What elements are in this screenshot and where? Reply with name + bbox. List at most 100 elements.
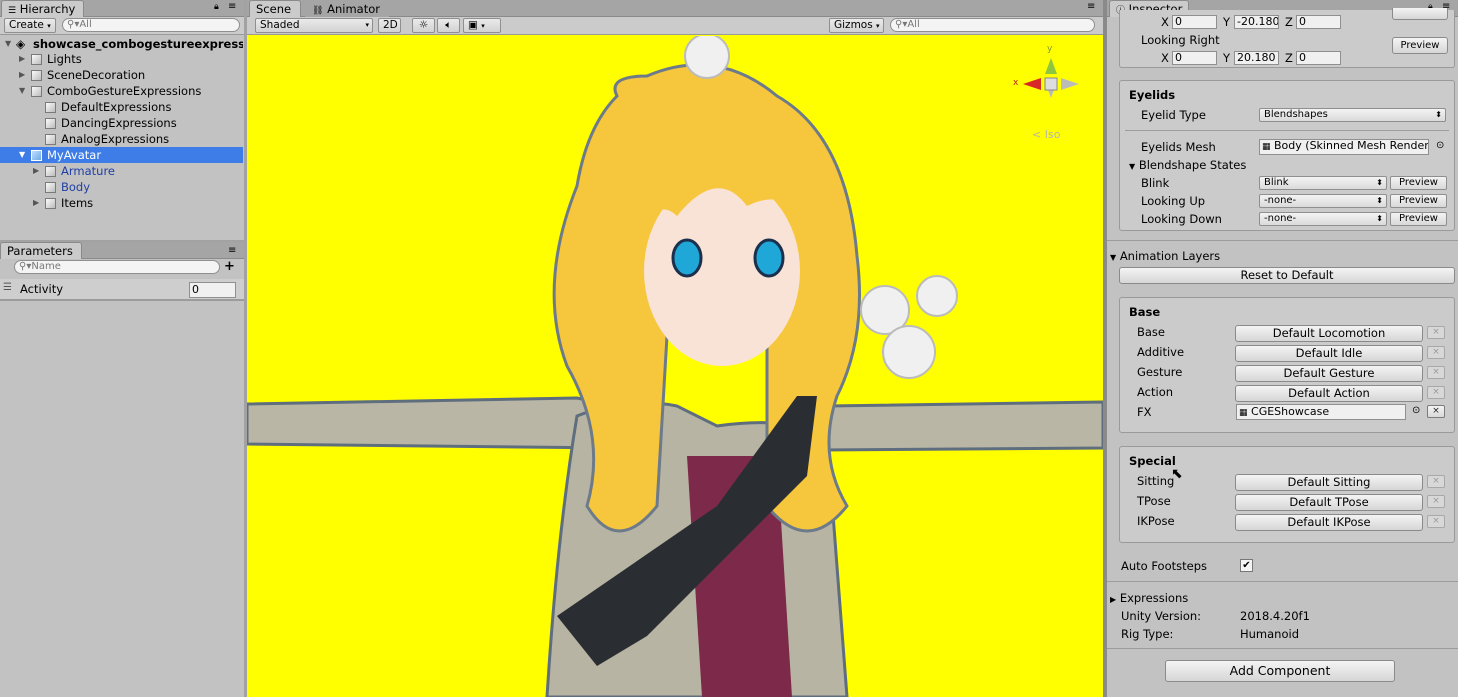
hierarchy-search-input[interactable]: ⚲▾All [62, 18, 240, 32]
hierarchy-item-scenedecoration[interactable]: ▶ SceneDecoration [0, 67, 243, 83]
blink-value: Blink [1264, 177, 1289, 188]
hierarchy-item-defaultexpressions[interactable]: DefaultExpressions [0, 99, 243, 115]
blink-preview-button[interactable]: Preview [1390, 176, 1447, 190]
top-y-field[interactable]: -20.180 [1234, 15, 1279, 29]
looking-right-y-field[interactable]: 20.180 [1234, 51, 1279, 65]
panel-menu-icon[interactable]: ≡ [1087, 1, 1095, 12]
collapsed-arrow-icon[interactable]: ▶ [33, 163, 39, 179]
hierarchy-item-dancingexpressions[interactable]: DancingExpressions [0, 115, 243, 131]
hierarchy-item-myavatar[interactable]: ▼ MyAvatar [0, 147, 243, 163]
scene-root-row[interactable]: ▼ ◈ showcase_combogestureexpressions [0, 36, 243, 52]
auto-footsteps-checkbox[interactable]: ✔ [1240, 559, 1253, 572]
base-title: Base [1129, 305, 1161, 319]
panel-menu-icon[interactable]: ≡ [228, 245, 236, 256]
layer-base-button[interactable]: Default Locomotion [1235, 325, 1423, 342]
add-component-button[interactable]: Add Component [1165, 660, 1395, 682]
audio-toggle-button[interactable]: 🔈︎ [437, 18, 460, 33]
effects-toggle-button[interactable]: ▣ ▾ [463, 18, 501, 33]
scene-viewport[interactable] [247, 36, 1103, 697]
animation-layers-title: Animation Layers [1119, 249, 1221, 263]
object-picker-icon[interactable]: ⊙ [1436, 140, 1444, 151]
expand-arrow-icon[interactable]: ▼ [1129, 162, 1135, 171]
layer-base-remove-button: × [1427, 326, 1445, 339]
hierarchy-item-label: SceneDecoration [47, 68, 146, 82]
create-button[interactable]: Create ▾ [4, 18, 56, 33]
panel-menu-icon[interactable]: ≡ [228, 1, 236, 12]
shading-mode-label: Shaded [260, 19, 300, 31]
preview-top-button[interactable] [1392, 8, 1448, 20]
shading-mode-dropdown[interactable]: Shaded ▾ [255, 18, 373, 33]
gizmos-label: Gizmos [834, 19, 873, 31]
layer-fx-field[interactable]: ▦ CGEShowcase [1236, 404, 1406, 420]
looking-up-dropdown[interactable]: -none- ⬍ [1259, 194, 1387, 208]
lock-icon[interactable]: 🔒︎ [214, 2, 219, 12]
scene-panel: Scene ⛓ Animator ≡ Shaded ▾ 2D ☼ 🔈︎ ▣ ▾ … [247, 0, 1103, 697]
gizmos-dropdown[interactable]: Gizmos ▾ [829, 18, 884, 33]
scene-name: showcase_combogestureexpressions [33, 37, 243, 51]
top-x-field[interactable]: 0 [1172, 15, 1217, 29]
eyelids-mesh-field[interactable]: ▦ Body (Skinned Mesh Renderer) [1259, 139, 1429, 155]
gameobject-icon [31, 54, 42, 65]
hierarchy-item-lights[interactable]: ▶ Lights [0, 51, 243, 67]
looking-up-preview-button[interactable]: Preview [1390, 194, 1447, 208]
layer-tpose-button[interactable]: Default TPose [1235, 494, 1423, 511]
tab-animator[interactable]: ⛓ Animator [305, 0, 389, 17]
animation-layers-header[interactable]: ▼ Animation Layers [1110, 249, 1220, 265]
layer-gesture-button[interactable]: Default Gesture [1235, 365, 1423, 382]
looking-right-x-field[interactable]: 0 [1172, 51, 1217, 65]
eyelids-box [1119, 80, 1455, 231]
lighting-toggle-button[interactable]: ☼ [412, 18, 435, 33]
expand-arrow-icon[interactable]: ▼ [19, 147, 25, 163]
layer-ikpose-button[interactable]: Default IKPose [1235, 514, 1423, 531]
expand-arrow-icon[interactable]: ▼ [1110, 253, 1116, 262]
looking-right-z-field[interactable]: 0 [1296, 51, 1341, 65]
eyelid-type-dropdown[interactable]: Blendshapes ⬍ [1259, 108, 1446, 122]
projection-label[interactable]: < Iso [1032, 128, 1060, 141]
layer-additive-label: Additive [1137, 345, 1185, 359]
looking-down-value: -none- [1264, 213, 1297, 224]
parameter-row[interactable]: ☰ Activity 0 [0, 279, 244, 301]
hierarchy-item-items[interactable]: ▶ Items [0, 195, 243, 211]
layer-fx-remove-button[interactable]: × [1427, 405, 1445, 418]
eyelid-type-value: Blendshapes [1264, 109, 1328, 120]
gizmo-axis-x-label: x [1013, 78, 1019, 88]
drag-handle-icon[interactable]: ☰ [3, 282, 12, 293]
dropdown-arrow-icon: ▾ [47, 22, 51, 30]
tab-scene[interactable]: Scene [249, 0, 301, 17]
parameter-value-field[interactable]: 0 [189, 282, 236, 298]
object-picker-icon[interactable]: ⊙ [1412, 405, 1420, 416]
layer-ikpose-label: IKPose [1137, 514, 1175, 528]
expressions-header[interactable]: ▶ Expressions [1110, 591, 1188, 607]
collapsed-arrow-icon[interactable]: ▶ [1110, 595, 1116, 604]
layer-sitting-button[interactable]: Default Sitting [1235, 474, 1423, 491]
collapsed-arrow-icon[interactable]: ▶ [19, 67, 25, 83]
looking-right-preview-button[interactable]: Preview [1392, 37, 1448, 54]
avatar-eye-right [753, 238, 785, 278]
add-parameter-button[interactable]: + [224, 259, 235, 274]
parameters-search-input[interactable]: ⚲▾Name [14, 260, 220, 274]
tab-hierarchy[interactable]: ☰ Hierarchy [1, 0, 85, 17]
blink-dropdown[interactable]: Blink ⬍ [1259, 176, 1387, 190]
layer-action-button[interactable]: Default Action [1235, 385, 1423, 402]
expand-arrow-icon[interactable]: ▼ [19, 83, 25, 99]
axis-z-label: Z [1285, 15, 1293, 29]
top-z-field[interactable]: 0 [1296, 15, 1341, 29]
hierarchy-item-combogestureexpressions[interactable]: ▼ ComboGestureExpressions [0, 83, 243, 99]
gizmo-circle [882, 325, 936, 379]
tab-parameters-label: Parameters [7, 244, 73, 258]
layer-tpose-label: TPose [1137, 494, 1171, 508]
gizmo-axis-y-label: y [1047, 44, 1053, 54]
scene-search-input[interactable]: ⚲▾All [890, 18, 1095, 32]
tab-parameters[interactable]: Parameters [0, 242, 82, 259]
hierarchy-item-body[interactable]: Body [0, 179, 243, 195]
collapsed-arrow-icon[interactable]: ▶ [33, 195, 39, 211]
reset-to-default-button[interactable]: Reset to Default [1119, 267, 1455, 284]
looking-down-preview-button[interactable]: Preview [1390, 212, 1447, 226]
hierarchy-item-armature[interactable]: ▶ Armature [0, 163, 243, 179]
hierarchy-item-analogexpressions[interactable]: AnalogExpressions [0, 131, 243, 147]
expand-arrow-icon[interactable]: ▼ [5, 36, 11, 52]
layer-additive-button[interactable]: Default Idle [1235, 345, 1423, 362]
toggle-2d-button[interactable]: 2D [378, 18, 401, 33]
collapsed-arrow-icon[interactable]: ▶ [19, 51, 25, 67]
looking-down-dropdown[interactable]: -none- ⬍ [1259, 212, 1387, 226]
